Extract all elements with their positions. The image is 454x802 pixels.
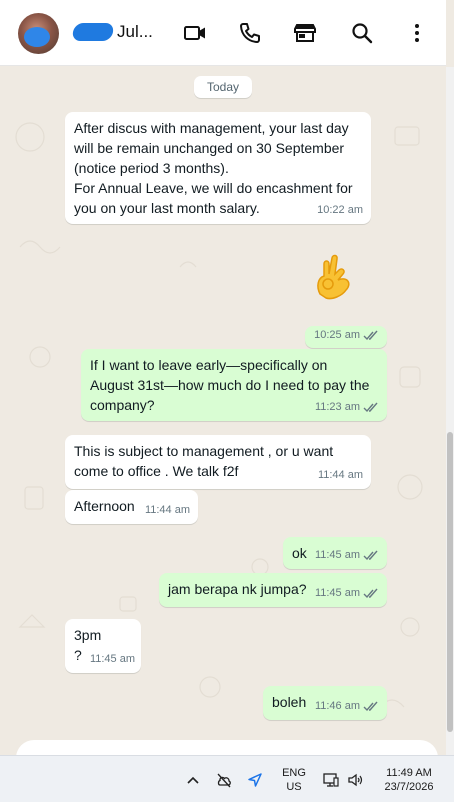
ok-hand-emoji bbox=[310, 250, 358, 306]
message-incoming[interactable]: 3pm ? 11:45 am bbox=[65, 619, 141, 673]
message-incoming[interactable]: Afternoon 11:44 am bbox=[65, 490, 198, 524]
volume-icon[interactable] bbox=[346, 771, 364, 789]
keyboard-region: US bbox=[286, 781, 302, 793]
store-icon[interactable] bbox=[292, 20, 318, 46]
message-time: 11:45 am bbox=[314, 587, 360, 599]
double-check-icon bbox=[363, 588, 378, 598]
message-time: 11:44 am bbox=[317, 469, 363, 481]
network-icon[interactable] bbox=[322, 771, 340, 789]
message-incoming[interactable]: This is subject to management , or u wan… bbox=[65, 435, 371, 489]
cloud-off-icon[interactable] bbox=[215, 771, 233, 789]
message-time: 10:25 am bbox=[314, 329, 360, 341]
message-time: 11:23 am bbox=[314, 401, 360, 413]
contact-name-area[interactable]: Jul... bbox=[71, 22, 153, 42]
more-icon[interactable] bbox=[404, 20, 430, 46]
message-time: 11:46 am bbox=[314, 700, 360, 712]
clock-date: 23/7/2026 bbox=[384, 781, 434, 793]
double-check-icon bbox=[363, 330, 378, 340]
phone-icon[interactable] bbox=[237, 20, 263, 46]
message-time: 11:45 am bbox=[314, 549, 360, 561]
double-check-icon bbox=[363, 402, 378, 412]
search-icon[interactable] bbox=[349, 20, 375, 46]
windows-taskbar: ENG US 11:49 AM 23/7/2026 bbox=[0, 755, 454, 802]
message-outgoing[interactable]: jam berapa nk jumpa? 11:45 am bbox=[159, 573, 387, 607]
message-time: 11:44 am bbox=[144, 504, 190, 516]
message-outgoing[interactable]: ok 11:45 am bbox=[283, 537, 387, 569]
video-icon[interactable] bbox=[182, 20, 208, 46]
message-time: 10:22 am bbox=[317, 204, 363, 216]
language-indicator[interactable]: ENG US bbox=[278, 766, 310, 794]
message-incoming[interactable]: After discus with management, your last … bbox=[65, 112, 371, 224]
message-outgoing[interactable]: boleh 11:46 am bbox=[263, 686, 387, 720]
system-clock[interactable]: 11:49 AM 23/7/2026 bbox=[376, 766, 442, 794]
message-outgoing[interactable]: If I want to leave early—specifically on… bbox=[81, 349, 387, 421]
chevron-up-icon[interactable] bbox=[184, 771, 202, 789]
scrollbar-thumb[interactable] bbox=[447, 432, 453, 732]
message-input-bar[interactable] bbox=[16, 740, 438, 755]
date-separator: Today bbox=[194, 76, 252, 98]
contact-name: Jul... bbox=[117, 22, 153, 41]
name-redaction bbox=[71, 23, 115, 41]
language-code: ENG bbox=[282, 767, 306, 779]
clock-time: 11:49 AM bbox=[386, 767, 432, 779]
chat-scrollbar[interactable] bbox=[446, 67, 454, 755]
chat-area[interactable]: Today After discus with management, your… bbox=[0, 67, 446, 755]
contact-avatar[interactable] bbox=[18, 13, 59, 54]
double-check-icon bbox=[363, 550, 378, 560]
double-check-icon bbox=[363, 701, 378, 711]
message-outgoing[interactable]: 10:25 am bbox=[305, 326, 387, 348]
message-time: 11:45 am bbox=[89, 653, 135, 665]
location-arrow-icon[interactable] bbox=[246, 771, 264, 789]
chat-header: Jul... bbox=[0, 0, 446, 66]
